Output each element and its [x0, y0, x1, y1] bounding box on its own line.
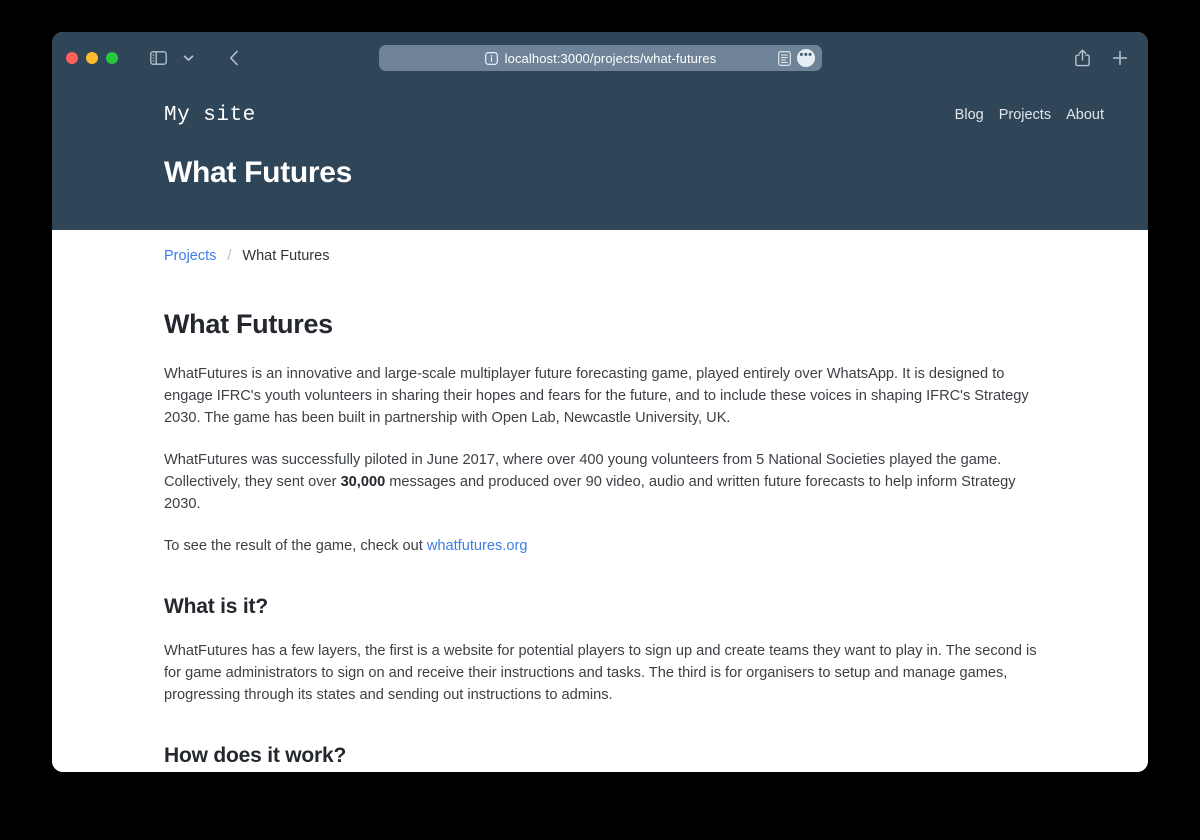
browser-window: localhost:3000/projects/what-futures ••• — [52, 32, 1148, 772]
close-window-button[interactable] — [66, 52, 78, 64]
minimize-window-button[interactable] — [86, 52, 98, 64]
more-options-icon[interactable]: ••• — [797, 49, 815, 67]
pilot-message-count: 30,000 — [340, 474, 386, 490]
site-header: My site Blog Projects About What Futures — [52, 84, 1148, 230]
site-nav: Blog Projects About — [955, 107, 1104, 123]
window-controls — [66, 52, 118, 64]
article-paragraph-pilot: WhatFutures was successfully piloted in … — [164, 449, 1044, 515]
sidebar-toggle-icon[interactable] — [144, 44, 172, 72]
nav-link-projects[interactable]: Projects — [999, 107, 1051, 123]
article-title: What Futures — [164, 309, 333, 339]
toolbar-nav-group — [144, 44, 248, 72]
info-icon[interactable] — [484, 51, 498, 65]
address-bar[interactable]: localhost:3000/projects/what-futures ••• — [379, 45, 822, 71]
result-text-before: To see the result of the game, check out — [164, 538, 427, 554]
nav-link-blog[interactable]: Blog — [955, 107, 984, 123]
plus-icon[interactable] — [1106, 44, 1134, 72]
back-arrow-icon[interactable] — [220, 44, 248, 72]
breadcrumb: Projects / What Futures — [164, 230, 1104, 264]
article-paragraph-what: WhatFutures has a few layers, the first … — [164, 643, 1037, 703]
article-content: What Futures WhatFutures is an innovativ… — [164, 309, 1104, 772]
breadcrumb-separator: / — [227, 248, 232, 264]
page-body: Projects / What Futures What Futures Wha… — [52, 230, 1148, 772]
whatfutures-link[interactable]: whatfutures.org — [427, 538, 528, 554]
address-bar-actions: ••• — [778, 45, 815, 71]
heading-what-is-it: What is it? — [164, 595, 268, 618]
breadcrumb-current: What Futures — [242, 248, 330, 264]
nav-link-about[interactable]: About — [1066, 107, 1104, 123]
share-icon[interactable] — [1068, 44, 1096, 72]
heading-how-does-it-work: How does it work? — [164, 744, 347, 767]
chevron-down-icon[interactable] — [174, 44, 202, 72]
page-header-title: What Futures — [164, 156, 353, 189]
article-paragraph-result: To see the result of the game, check out… — [164, 535, 1044, 557]
article-paragraph-intro: WhatFutures is an innovative and large-s… — [164, 366, 1029, 426]
site-topbar: My site Blog Projects About — [52, 84, 1148, 146]
browser-toolbar: localhost:3000/projects/what-futures ••• — [52, 32, 1148, 84]
maximize-window-button[interactable] — [106, 52, 118, 64]
reader-view-icon[interactable] — [778, 50, 791, 66]
breadcrumb-link-projects[interactable]: Projects — [164, 248, 216, 264]
toolbar-actions — [1068, 32, 1134, 84]
site-brand[interactable]: My site — [164, 104, 256, 127]
address-bar-url[interactable]: localhost:3000/projects/what-futures — [505, 51, 717, 66]
